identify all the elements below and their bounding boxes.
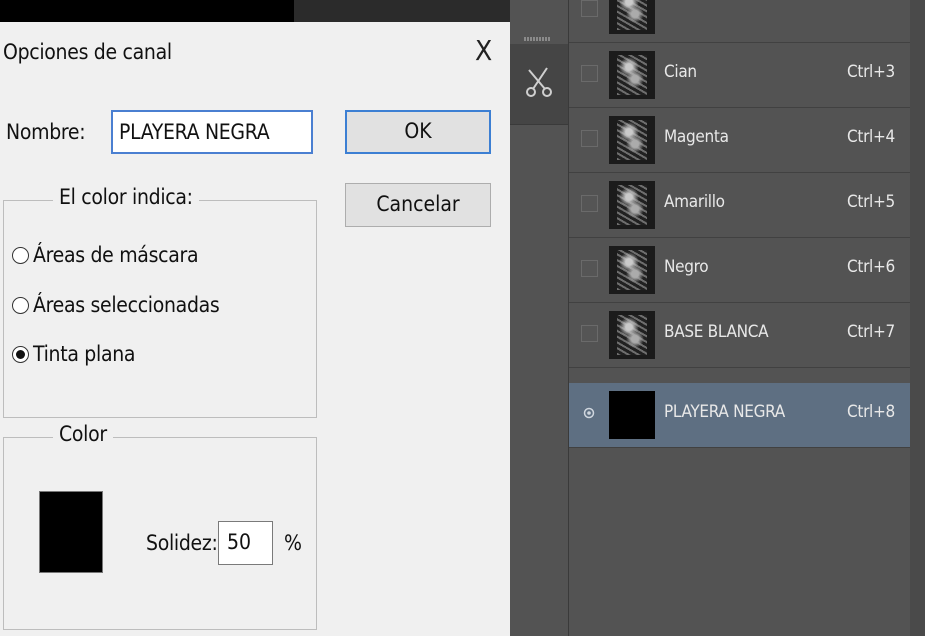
radio-mask-areas[interactable]: Áreas de máscara [12,243,199,267]
channel-shortcut: Ctrl+3 [847,62,895,82]
radio-button[interactable] [12,296,29,314]
visibility-toggle[interactable] [581,260,598,277]
channel-row-yellow[interactable]: Amarillo Ctrl+5 [569,173,911,238]
radio-label: Tinta plana [33,342,136,366]
color-swatch[interactable] [39,491,103,573]
top-bar [0,0,510,22]
channel-row-cut[interactable] [569,0,911,43]
visibility-toggle[interactable] [581,130,598,147]
channel-name: Negro [664,257,709,277]
channel-shortcut: Ctrl+4 [847,127,895,147]
ok-button[interactable]: OK [345,110,491,154]
radio-label: Áreas seleccionadas [33,293,220,317]
grip-handle[interactable] [524,37,550,41]
channel-thumbnail [609,311,655,359]
channel-row-cyan[interactable]: Cian Ctrl+3 [569,43,911,108]
channel-name: Cian [664,62,697,82]
name-label: Nombre: [6,120,86,144]
channel-name: Magenta [664,127,729,147]
channel-thumbnail [609,391,655,439]
scissors-icon [526,67,552,97]
channel-name: BASE BLANCA [664,322,769,342]
radio-selected-areas[interactable]: Áreas seleccionadas [12,293,220,317]
channel-shortcut: Ctrl+5 [847,192,895,212]
color-legend: Color [53,422,113,446]
percent-sign: % [284,531,302,555]
channel-row-white-base[interactable]: BASE BLANCA Ctrl+7 [569,303,911,368]
visibility-toggle[interactable] [581,0,598,17]
cancel-button[interactable]: Cancelar [345,183,491,227]
close-button[interactable]: X [475,34,492,67]
radio-spot-color[interactable]: Tinta plana [12,342,135,366]
channel-thumbnail [609,246,655,294]
radio-label: Áreas de máscara [33,243,199,267]
channel-thumbnail [609,116,655,164]
channels-panel: Cian Ctrl+3 Magenta Ctrl+4 Amarillo Ctrl… [568,0,911,636]
channel-shortcut: Ctrl+8 [847,402,895,422]
radio-dot [16,349,25,359]
panel-tool-strip [510,0,568,636]
solidity-input[interactable]: 50 [218,521,273,565]
eye-icon[interactable] [583,407,595,419]
panel-edge [910,0,925,636]
channel-thumbnail [609,0,655,34]
visibility-toggle[interactable] [581,195,598,212]
channel-row-black-shirt[interactable]: PLAYERA NEGRA Ctrl+8 [569,383,911,448]
radio-button-checked[interactable] [12,345,29,363]
top-bar-segment [294,0,510,22]
channel-shortcut: Ctrl+7 [847,322,895,342]
channel-thumbnail [609,181,655,229]
channel-shortcut: Ctrl+6 [847,257,895,277]
channel-row-magenta[interactable]: Magenta Ctrl+4 [569,108,911,173]
scissors-tool-button[interactable] [510,44,568,125]
name-input[interactable]: PLAYERA NEGRA [111,110,313,154]
dialog-title: Opciones de canal [3,40,172,64]
visibility-toggle[interactable] [581,325,598,342]
visibility-toggle[interactable] [581,65,598,82]
channel-name: PLAYERA NEGRA [664,402,785,422]
channel-thumbnail [609,51,655,99]
radio-button[interactable] [12,246,29,264]
channel-row-black[interactable]: Negro Ctrl+6 [569,238,911,303]
channel-name: Amarillo [664,192,725,212]
solidity-label: Solidez: [146,531,218,555]
color-indicates-legend: El color indica: [53,185,199,209]
channel-options-dialog: Opciones de canal X Nombre: PLAYERA NEGR… [0,22,510,636]
